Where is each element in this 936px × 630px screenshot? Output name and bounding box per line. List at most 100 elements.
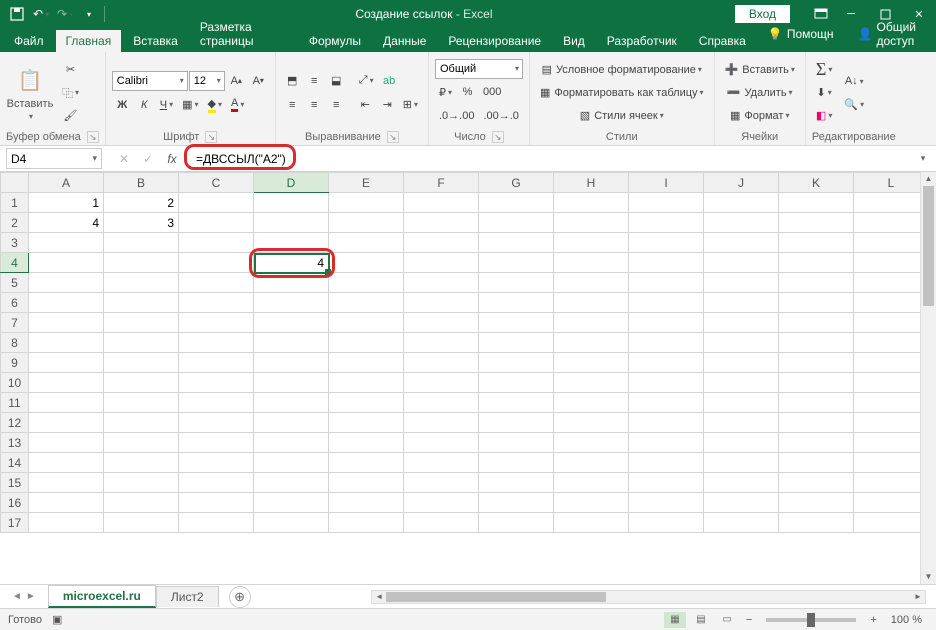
- delete-cells-button[interactable]: ➖Удалить▾: [721, 82, 799, 103]
- cell[interactable]: [104, 453, 179, 473]
- column-header[interactable]: F: [404, 173, 479, 193]
- cell[interactable]: [179, 273, 254, 293]
- column-header[interactable]: J: [704, 173, 779, 193]
- cell[interactable]: [854, 353, 929, 373]
- cell[interactable]: [779, 233, 854, 253]
- cell[interactable]: [554, 253, 629, 273]
- cell[interactable]: [779, 513, 854, 533]
- cell[interactable]: [104, 273, 179, 293]
- scroll-right-icon[interactable]: ►: [911, 591, 925, 603]
- cell[interactable]: [104, 233, 179, 253]
- cell[interactable]: [779, 433, 854, 453]
- copy-button[interactable]: ⿻▾: [58, 82, 83, 103]
- fill-button[interactable]: ⬇▾: [812, 82, 837, 103]
- cell[interactable]: [404, 253, 479, 273]
- font-size-combo[interactable]: 12: [189, 71, 225, 91]
- cell[interactable]: [779, 313, 854, 333]
- cell[interactable]: [254, 213, 329, 233]
- cell[interactable]: [704, 413, 779, 433]
- decrease-indent-button[interactable]: ⇤: [355, 94, 376, 115]
- cell[interactable]: [704, 233, 779, 253]
- cell[interactable]: [629, 373, 704, 393]
- cell[interactable]: [29, 513, 104, 533]
- save-icon[interactable]: [6, 3, 28, 25]
- cell[interactable]: [254, 433, 329, 453]
- cell[interactable]: [329, 273, 404, 293]
- borders-button[interactable]: ▦▾: [178, 94, 202, 115]
- insert-function-button[interactable]: fx: [164, 152, 180, 166]
- cell[interactable]: [779, 413, 854, 433]
- column-header[interactable]: G: [479, 173, 554, 193]
- cell[interactable]: [479, 353, 554, 373]
- cell[interactable]: [104, 353, 179, 373]
- cell[interactable]: [779, 493, 854, 513]
- cell[interactable]: [479, 373, 554, 393]
- find-select-button[interactable]: 🔍▾: [840, 94, 868, 115]
- cell[interactable]: [779, 473, 854, 493]
- cell[interactable]: [329, 393, 404, 413]
- cell[interactable]: [479, 513, 554, 533]
- cell[interactable]: [554, 193, 629, 213]
- cell[interactable]: [704, 353, 779, 373]
- horizontal-scrollbar[interactable]: ◄ ►: [371, 590, 926, 604]
- percent-button[interactable]: %: [457, 82, 478, 103]
- cell[interactable]: [554, 333, 629, 353]
- row-header[interactable]: 5: [1, 273, 29, 293]
- cell[interactable]: [779, 193, 854, 213]
- row-header[interactable]: 15: [1, 473, 29, 493]
- cell[interactable]: [779, 393, 854, 413]
- cell[interactable]: [554, 413, 629, 433]
- cut-button[interactable]: ✂: [58, 59, 83, 80]
- column-header[interactable]: B: [104, 173, 179, 193]
- cell[interactable]: [179, 453, 254, 473]
- cell[interactable]: 4: [254, 253, 329, 273]
- column-header[interactable]: K: [779, 173, 854, 193]
- cell[interactable]: [854, 333, 929, 353]
- cell[interactable]: [479, 233, 554, 253]
- row-header[interactable]: 13: [1, 433, 29, 453]
- cell[interactable]: [254, 373, 329, 393]
- cell[interactable]: [404, 273, 479, 293]
- cell[interactable]: [29, 413, 104, 433]
- cell[interactable]: [554, 293, 629, 313]
- cell[interactable]: [854, 373, 929, 393]
- cell[interactable]: [29, 233, 104, 253]
- row-header[interactable]: 11: [1, 393, 29, 413]
- cell[interactable]: [404, 433, 479, 453]
- cell[interactable]: [629, 413, 704, 433]
- cell[interactable]: [704, 493, 779, 513]
- cell[interactable]: [854, 313, 929, 333]
- cell[interactable]: [629, 453, 704, 473]
- cancel-formula-icon[interactable]: ✕: [116, 152, 132, 166]
- cell[interactable]: [404, 193, 479, 213]
- cell[interactable]: [779, 333, 854, 353]
- cell[interactable]: [104, 433, 179, 453]
- cell[interactable]: [704, 293, 779, 313]
- tab-review[interactable]: Рецензирование: [438, 30, 551, 52]
- cell[interactable]: [104, 473, 179, 493]
- cell[interactable]: [29, 373, 104, 393]
- cell[interactable]: [779, 273, 854, 293]
- cell[interactable]: [104, 413, 179, 433]
- cell[interactable]: [779, 353, 854, 373]
- view-page-break-button[interactable]: ▭: [716, 612, 738, 628]
- cell[interactable]: [479, 413, 554, 433]
- underline-button[interactable]: Ч▾: [156, 94, 177, 115]
- cell[interactable]: [854, 213, 929, 233]
- font-name-combo[interactable]: Calibri: [112, 71, 188, 91]
- cell[interactable]: [779, 453, 854, 473]
- cell[interactable]: [254, 453, 329, 473]
- cell[interactable]: [29, 393, 104, 413]
- cell[interactable]: [104, 373, 179, 393]
- cell[interactable]: [629, 213, 704, 233]
- vertical-scrollbar[interactable]: ▲ ▼: [920, 172, 936, 584]
- conditional-format-button[interactable]: ▤Условное форматирование▾: [536, 59, 708, 80]
- scroll-down-icon[interactable]: ▼: [921, 570, 936, 584]
- increase-indent-button[interactable]: ⇥: [377, 94, 398, 115]
- autosum-button[interactable]: Σ▾: [812, 59, 837, 80]
- fill-color-button[interactable]: ◆▾: [204, 94, 226, 115]
- cell[interactable]: [554, 273, 629, 293]
- currency-button[interactable]: ₽▾: [435, 82, 456, 103]
- cell[interactable]: [479, 293, 554, 313]
- column-header[interactable]: L: [854, 173, 929, 193]
